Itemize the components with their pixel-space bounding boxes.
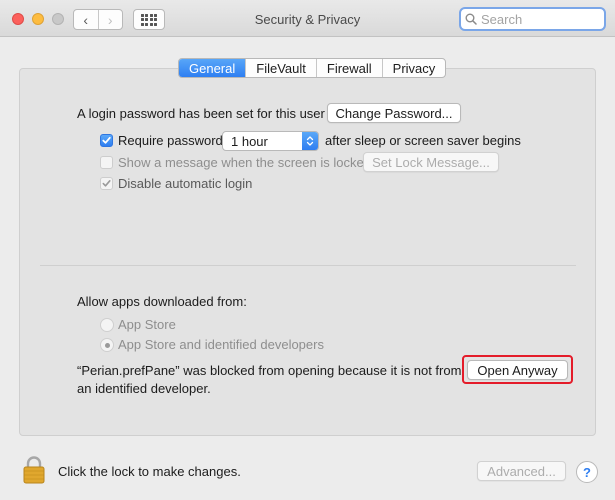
password-delay-value: 1 hour bbox=[231, 134, 268, 149]
password-delay-select[interactable]: 1 hour bbox=[222, 131, 319, 151]
radio-identified-developers[interactable] bbox=[100, 338, 114, 352]
lock-hint-label: Click the lock to make changes. bbox=[58, 464, 241, 479]
tab-filevault[interactable]: FileVault bbox=[245, 59, 316, 77]
search-input[interactable] bbox=[481, 11, 591, 27]
require-password-checkbox[interactable] bbox=[100, 134, 113, 147]
checkmark-icon bbox=[102, 136, 111, 144]
section-divider bbox=[40, 265, 576, 266]
blocked-message-line2: an identified developer. bbox=[77, 381, 211, 396]
lock-icon bbox=[23, 456, 45, 484]
open-anyway-highlight bbox=[462, 355, 573, 384]
title-bar: ‹ › Security & Privacy bbox=[0, 0, 615, 37]
disable-auto-login-checkbox[interactable] bbox=[100, 177, 113, 190]
disable-auto-login-label: Disable automatic login bbox=[118, 176, 253, 191]
tab-privacy[interactable]: Privacy bbox=[381, 59, 446, 77]
allow-apps-heading: Allow apps downloaded from: bbox=[77, 294, 247, 309]
require-password-label: Require password bbox=[118, 133, 223, 148]
search-field[interactable] bbox=[459, 7, 606, 31]
tab-bar: General FileVault Firewall Privacy bbox=[178, 58, 447, 78]
login-password-label: A login password has been set for this u… bbox=[77, 106, 325, 121]
help-button[interactable]: ? bbox=[576, 461, 598, 483]
show-message-checkbox[interactable] bbox=[100, 156, 113, 169]
after-sleep-label: after sleep or screen saver begins bbox=[325, 133, 521, 148]
advanced-button[interactable]: Advanced... bbox=[477, 461, 566, 481]
updown-chevron-icon bbox=[302, 132, 318, 150]
blocked-message-line1: “Perian.prefPane” was blocked from openi… bbox=[77, 363, 462, 378]
checkmark-icon bbox=[102, 180, 111, 187]
search-icon bbox=[465, 13, 477, 25]
change-password-button[interactable]: Change Password... bbox=[327, 103, 461, 123]
radio-app-store-label: App Store bbox=[118, 317, 176, 332]
lock-button[interactable] bbox=[23, 455, 45, 487]
tab-general[interactable]: General bbox=[179, 59, 246, 77]
tab-firewall[interactable]: Firewall bbox=[315, 59, 382, 77]
radio-identified-developers-label: App Store and identified developers bbox=[118, 337, 324, 352]
radio-app-store[interactable] bbox=[100, 318, 114, 332]
set-lock-message-button[interactable]: Set Lock Message... bbox=[363, 152, 499, 172]
help-icon: ? bbox=[583, 464, 591, 480]
show-message-label: Show a message when the screen is locked bbox=[118, 155, 371, 170]
